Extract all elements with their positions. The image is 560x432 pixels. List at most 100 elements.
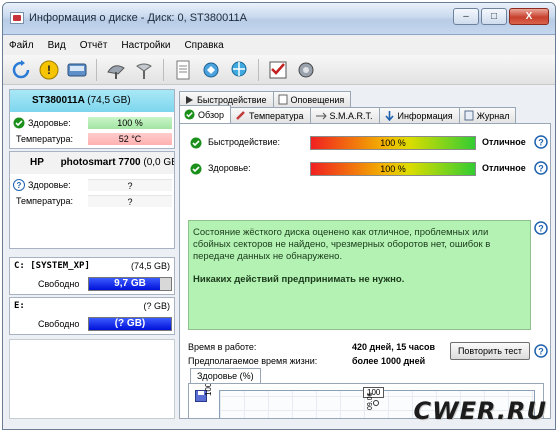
check-icon [190, 163, 202, 175]
play-icon [186, 95, 193, 104]
info-arrow-icon [384, 111, 394, 121]
temp-label: Температура: [16, 196, 74, 206]
partition-name: C: [SYSTEM_XP] [14, 261, 90, 271]
svg-text:?: ? [538, 138, 544, 148]
partition-size: (? GB) [143, 301, 170, 311]
health-value: 100 % [88, 117, 172, 129]
health-label: Здоровье: [28, 118, 71, 128]
question-icon: ? [13, 179, 25, 191]
tab-label: Оповещения [290, 94, 345, 105]
check-icon [184, 109, 195, 120]
window-controls: – □ X [453, 8, 549, 25]
disk-temp-row: Температура: 52 °C [10, 132, 174, 146]
tab-information[interactable]: Информация [378, 107, 460, 123]
tab-health-graph[interactable]: Здоровье (%) [190, 368, 261, 384]
svg-text:?: ? [538, 164, 544, 174]
disk-vendor: HP [30, 157, 44, 168]
temp-label: Температура: [16, 134, 74, 144]
title-bar[interactable]: Информация о диске - Диск: 0, ST380011A … [3, 3, 555, 35]
tab-temperature[interactable]: Температура [230, 107, 311, 123]
graph-point-date: 09.06 [367, 392, 374, 410]
help-icon[interactable]: ? [534, 221, 548, 235]
health-label: Здоровье: [208, 163, 251, 173]
tab-label: S.M.A.R.T. [329, 110, 373, 121]
lifetime-label: Предполагаемое время жизни: [188, 356, 318, 366]
maximize-button[interactable]: □ [481, 8, 507, 25]
toolbar-separator [96, 58, 97, 81]
toolbar-separator [258, 58, 259, 81]
performance-metric: Быстродействие: 100 % Отличное ? [188, 134, 548, 152]
free-value: 9,7 GB [114, 278, 146, 289]
svg-text:?: ? [538, 224, 544, 234]
watermark-logo: CWER.RU [413, 397, 547, 425]
status-text: Состояние жёсткого диска оценено как отл… [193, 227, 491, 262]
tab-journal[interactable]: Журнал [458, 107, 517, 123]
report-icon[interactable] [171, 58, 195, 82]
disk-card-hp-photosmart[interactable]: HP photosmart 7700 (0,0 GB) ? Здоровье: … [9, 151, 175, 249]
tab-label: Быстродействие [197, 94, 267, 105]
check-icon [13, 117, 25, 129]
performance-value: 100 % [380, 138, 406, 148]
partition-e[interactable]: E: (? GB) Свободно (? GB) [9, 297, 175, 335]
partition-c[interactable]: C: [SYSTEM_XP] (74,5 GB) Свободно 9,7 GB [9, 257, 175, 295]
help-icon[interactable]: ? [534, 135, 548, 149]
warning-icon[interactable]: ! [37, 58, 61, 82]
menu-view[interactable]: Вид [48, 40, 66, 51]
disk-size: (74,5 GB) [87, 95, 131, 106]
overview-content: Быстродействие: 100 % Отличное ? Здоровь… [179, 123, 551, 419]
minimize-button[interactable]: – [453, 8, 479, 25]
svg-text:?: ? [538, 347, 544, 357]
tab-label: Информация [397, 110, 453, 121]
toolbar-separator [163, 58, 164, 81]
free-space-bar: 9,7 GB [88, 277, 172, 291]
tab-overview[interactable]: Обзор [179, 105, 231, 123]
menu-help[interactable]: Справка [184, 40, 223, 51]
app-window: Информация о диске - Диск: 0, ST380011A … [2, 2, 556, 430]
disk-header: HP photosmart 7700 (0,0 GB) [10, 152, 174, 174]
thermometer-icon [236, 111, 245, 120]
satellite-icon[interactable] [104, 58, 128, 82]
retest-button[interactable]: Повторить тест [450, 342, 530, 360]
performance-bar: 100 % [310, 136, 476, 150]
health-value: ? [88, 179, 172, 191]
disk-header: ST380011A (74,5 GB) [10, 90, 174, 112]
disk-size: (0,0 GB) [143, 157, 174, 168]
checklist-icon[interactable] [266, 58, 290, 82]
menu-file[interactable]: Файл [9, 40, 34, 51]
hard-drive-icon[interactable] [65, 58, 89, 82]
menu-settings[interactable]: Настройки [121, 40, 170, 51]
disk-card-st380011a[interactable]: ST380011A (74,5 GB) Здоровье: 100 % Темп… [9, 89, 175, 149]
help-icon[interactable]: ? [534, 344, 548, 358]
health-label: Здоровье: [28, 180, 71, 190]
temp-value: 52 °C [88, 133, 172, 145]
empty-list-area [9, 339, 175, 419]
tab-label: Журнал [476, 110, 510, 121]
settings-icon[interactable] [294, 58, 318, 82]
tab-alerts[interactable]: Оповещения [272, 91, 352, 107]
tab-label: Температура [249, 110, 304, 121]
disk-name: photosmart 7700 [60, 157, 141, 168]
arrows-icon [315, 112, 327, 119]
menu-bar: Файл Вид Отчёт Настройки Справка [3, 36, 555, 55]
disk-name: ST380011A [32, 95, 85, 106]
lifetime-value: более 1000 дней [352, 356, 426, 366]
partition-size: (74,5 GB) [130, 261, 170, 271]
antenna-icon[interactable] [132, 58, 156, 82]
help-icon[interactable]: ? [534, 161, 548, 175]
advice-text: Никаких действий предпринимать не нужно. [193, 274, 405, 285]
tab-smart[interactable]: S.M.A.R.T. [309, 107, 380, 123]
refresh-icon[interactable] [9, 58, 33, 82]
partition-name: E: [14, 301, 25, 311]
disk-health-row: ? Здоровье: ? [10, 178, 174, 192]
free-value: (? GB) [114, 318, 146, 329]
network-icon[interactable] [227, 58, 251, 82]
menu-report[interactable]: Отчёт [80, 40, 108, 51]
details-panel: Быстродействие Оповещения Обзор Температ… [179, 89, 553, 423]
tools-icon[interactable] [199, 58, 223, 82]
journal-icon [464, 110, 474, 121]
tab-label: Обзор [198, 109, 224, 120]
svg-text:?: ? [17, 181, 22, 190]
document-icon [278, 94, 288, 105]
check-icon [190, 137, 202, 149]
close-button[interactable]: X [509, 8, 549, 25]
